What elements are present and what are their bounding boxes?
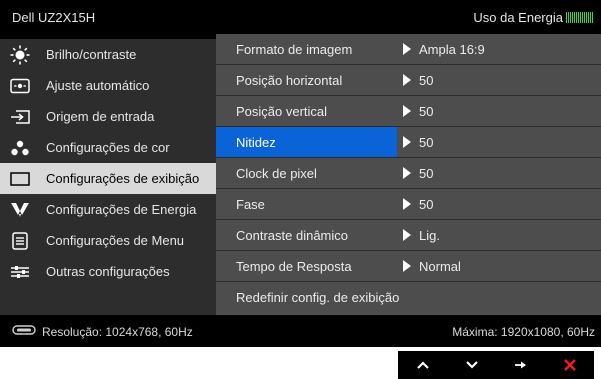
setting-name: Nitidez xyxy=(216,127,397,157)
settings-panel: Formato de imagem Ampla 16:9 Posição hor… xyxy=(216,34,601,315)
triangle-right-icon xyxy=(403,167,411,179)
energy-bar xyxy=(590,12,591,23)
setting-formato-imagem[interactable]: Formato de imagem Ampla 16:9 xyxy=(216,34,601,65)
setting-value: 50 xyxy=(403,158,433,188)
setting-value: 50 xyxy=(403,65,433,95)
color-dots-icon xyxy=(9,139,31,157)
menu-item-label: Outras configurações xyxy=(46,264,170,279)
menu-item-label: Configurações de cor xyxy=(46,140,170,155)
enter-button[interactable] xyxy=(496,351,545,379)
triangle-right-icon xyxy=(403,260,411,272)
resolution-text: Resolução: 1024x768, 60Hz xyxy=(42,324,193,339)
energy-bar xyxy=(582,12,583,23)
energy-bar xyxy=(586,12,587,23)
max-resolution: Máxima: 1920x1080, 60Hz xyxy=(452,325,595,339)
setting-name: Contraste dinâmico xyxy=(236,227,348,243)
triangle-right-icon xyxy=(403,136,411,148)
osd-window: Dell UZ2X15H Uso da Energia Brilho/contr… xyxy=(0,0,601,347)
up-button[interactable] xyxy=(398,351,447,379)
osd-footer: Resolução: 1024x768, 60Hz Máxima: 1920x1… xyxy=(0,315,601,347)
setting-name: Clock de pixel xyxy=(236,165,317,181)
setting-contraste-dinamico[interactable]: Contraste dinâmico Lig. xyxy=(216,220,601,251)
menu-doc-icon xyxy=(9,231,31,250)
setting-posicao-horizontal[interactable]: Posição horizontal 50 xyxy=(216,65,601,96)
sliders-icon xyxy=(9,263,31,281)
setting-nitidez[interactable]: Nitidez 50 xyxy=(216,127,601,158)
setting-posicao-vertical[interactable]: Posição vertical 50 xyxy=(216,96,601,127)
triangle-right-icon xyxy=(403,229,411,241)
down-arrow-icon xyxy=(465,361,478,369)
setting-value: Normal xyxy=(403,251,461,281)
setting-value: Ampla 16:9 xyxy=(403,34,485,64)
monitor-model: Dell UZ2X15H xyxy=(12,10,96,25)
triangle-right-icon xyxy=(403,105,411,117)
setting-value: 50 xyxy=(403,127,433,157)
energy-bar xyxy=(580,12,581,23)
down-button[interactable] xyxy=(447,351,496,379)
input-source-icon xyxy=(9,108,31,126)
setting-clock-pixel[interactable]: Clock de pixel 50 xyxy=(216,158,601,189)
sun-icon xyxy=(9,45,31,64)
setting-name: Formato de imagem xyxy=(236,41,353,57)
monitor-connector-icon xyxy=(12,324,36,339)
display-rect-icon xyxy=(9,170,31,188)
current-resolution: Resolução: 1024x768, 60Hz xyxy=(12,324,193,339)
setting-name: Redefinir config. de exibição xyxy=(236,289,400,305)
menu-item-label: Ajuste automático xyxy=(46,78,150,93)
osd-header: Dell UZ2X15H Uso da Energia xyxy=(0,0,601,34)
setting-value: 50 xyxy=(403,96,433,126)
up-arrow-icon xyxy=(416,361,429,369)
close-x-icon xyxy=(563,359,576,371)
setting-name: Posição horizontal xyxy=(236,72,343,88)
main-menu: Brilho/contraste Ajuste automático Orige… xyxy=(0,39,216,315)
energy-bar xyxy=(572,12,573,23)
menu-item-brilho-contraste[interactable]: Brilho/contraste xyxy=(0,39,216,70)
energy-bar xyxy=(592,12,593,23)
energy-usage-label: Uso da Energia xyxy=(473,10,563,25)
setting-fase[interactable]: Fase 50 xyxy=(216,189,601,220)
auto-adjust-icon xyxy=(9,77,31,95)
setting-tempo-resposta[interactable]: Tempo de Resposta Normal xyxy=(216,251,601,282)
menu-item-configuracoes-cor[interactable]: Configurações de cor xyxy=(0,132,216,163)
triangle-right-icon xyxy=(403,43,411,55)
menu-item-configuracoes-menu[interactable]: Configurações de Menu xyxy=(0,225,216,256)
energy-usage: Uso da Energia xyxy=(473,10,593,25)
setting-name: Posição vertical xyxy=(236,103,328,119)
energy-bar xyxy=(576,12,577,23)
menu-item-ajuste-automatico[interactable]: Ajuste automático xyxy=(0,70,216,101)
triangle-right-icon xyxy=(403,198,411,210)
energy-bar xyxy=(570,12,571,23)
menu-item-origem-entrada[interactable]: Origem de entrada xyxy=(0,101,216,132)
right-arrow-icon xyxy=(514,361,526,369)
setting-value: 50 xyxy=(403,189,433,219)
menu-item-label: Brilho/contraste xyxy=(46,47,137,62)
energy-meter xyxy=(566,12,593,23)
setting-name: Fase xyxy=(236,196,265,212)
setting-redefinir-exibicao[interactable]: Redefinir config. de exibição xyxy=(216,282,601,313)
triangle-right-icon xyxy=(403,74,411,86)
menu-item-label: Configurações de Menu xyxy=(46,233,185,248)
energy-icon xyxy=(9,201,31,219)
menu-item-configuracoes-energia[interactable]: Configurações de Energia xyxy=(0,194,216,225)
setting-value: Lig. xyxy=(403,220,440,250)
menu-item-label: Configurações de Energia xyxy=(46,202,197,217)
energy-bar xyxy=(588,12,589,23)
setting-name: Tempo de Resposta xyxy=(236,258,352,274)
menu-item-configuracoes-exibicao[interactable]: Configurações de exibição xyxy=(0,163,216,194)
menu-item-outras-configuracoes[interactable]: Outras configurações xyxy=(0,256,216,287)
nav-buttons xyxy=(398,351,594,379)
energy-bar xyxy=(578,12,579,23)
energy-bar xyxy=(566,12,567,23)
menu-item-label: Configurações de exibição xyxy=(46,171,200,186)
energy-bar xyxy=(584,12,585,23)
exit-button[interactable] xyxy=(545,351,594,379)
energy-bar xyxy=(574,12,575,23)
menu-item-label: Origem de entrada xyxy=(46,109,155,124)
energy-bar xyxy=(568,12,569,23)
